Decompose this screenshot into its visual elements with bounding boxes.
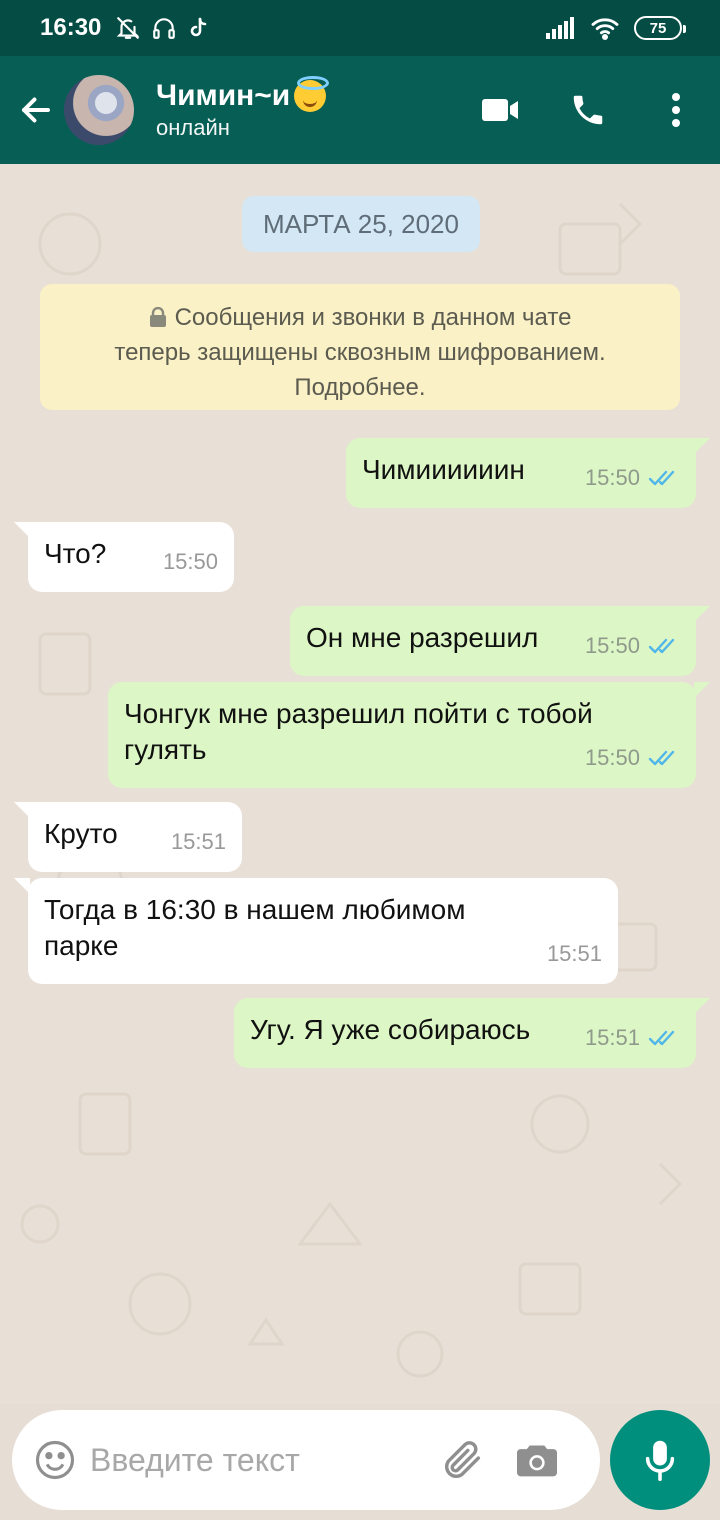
more-options-button[interactable] xyxy=(646,80,706,140)
encryption-notice-line3: Подробнее. xyxy=(294,374,426,401)
message-bubble-outgoing[interactable]: Угу. Я уже собираюсь 15:51 xyxy=(234,998,710,1068)
message-meta: 15:51 xyxy=(171,824,226,860)
message-text-line2: парке xyxy=(44,930,119,961)
message-meta: 15:50 xyxy=(585,628,680,664)
message-time: 15:50 xyxy=(162,549,218,574)
signal-icon xyxy=(546,17,574,39)
camera-button[interactable] xyxy=(512,1435,562,1485)
message-bubble-incoming[interactable]: Круто 15:51 xyxy=(14,802,242,872)
mic-icon xyxy=(645,1440,675,1482)
read-ticks-icon xyxy=(648,750,675,766)
attach-button[interactable] xyxy=(438,1435,488,1485)
message-text-line1: Чонгук мне разрешил пойти с тобой xyxy=(124,698,593,729)
bell-off-icon xyxy=(117,17,140,39)
message-meta: 15:51 xyxy=(585,1020,680,1056)
message-text-line1: Тогда в 16:30 в нашем любимом xyxy=(44,894,466,925)
back-arrow-icon xyxy=(22,97,50,123)
tiktok-icon xyxy=(191,17,207,37)
contact-info[interactable]: Чимин~и онлайн xyxy=(156,76,330,142)
message-meta: 15:50 xyxy=(585,740,680,776)
camera-icon xyxy=(517,1445,557,1477)
voice-call-button[interactable] xyxy=(558,80,618,140)
back-button[interactable] xyxy=(6,80,66,140)
message-meta: 15:50 xyxy=(585,460,680,496)
battery-icon: 75 xyxy=(634,16,686,40)
more-vert-icon xyxy=(672,93,680,127)
chat-area[interactable]: МАРТА 25, 2020 Сообщения и звонки в данн… xyxy=(0,164,720,1404)
message-meta: 15:51 xyxy=(547,936,602,972)
wifi-icon xyxy=(591,18,619,40)
message-bubble-outgoing[interactable]: Он мне разрешил 15:50 xyxy=(290,606,710,676)
emoji-icon xyxy=(35,1440,75,1480)
date-chip: МАРТА 25, 2020 xyxy=(242,196,480,252)
encryption-notice-line1: Сообщения и звонки в данном чате xyxy=(40,300,680,335)
message-input[interactable] xyxy=(90,1441,430,1479)
phone-icon xyxy=(573,95,603,125)
message-time: 15:50 xyxy=(584,745,640,770)
read-ticks-icon xyxy=(648,638,675,654)
smiling-face-with-halo-icon xyxy=(294,76,330,112)
emoji-button[interactable] xyxy=(34,1439,76,1481)
message-bubble-incoming[interactable]: Тогда в 16:30 в нашем любимом парке 15:5… xyxy=(14,878,618,984)
header-actions xyxy=(470,80,720,140)
read-ticks-icon xyxy=(648,470,675,486)
headphones-icon xyxy=(153,18,176,39)
status-time: 16:30 xyxy=(40,14,102,41)
video-call-button[interactable] xyxy=(470,80,530,140)
chat-header: Чимин~и онлайн xyxy=(0,56,720,164)
message-bubble-outgoing[interactable]: Чонгук мне разрешил пойти с тобой гулять… xyxy=(108,682,710,788)
message-time: 15:50 xyxy=(584,633,640,658)
avatar[interactable] xyxy=(64,75,134,145)
contact-name-row: Чимин~и xyxy=(156,76,330,114)
message-bubble-outgoing[interactable]: Чимиииииин 15:50 xyxy=(346,438,710,508)
status-icons-left xyxy=(115,15,211,41)
paperclip-icon xyxy=(445,1441,481,1478)
message-time: 15:51 xyxy=(170,829,226,854)
message-bubble-incoming[interactable]: Что? 15:50 xyxy=(14,522,234,592)
read-ticks-icon xyxy=(648,1030,675,1046)
status-icons-right: 75 xyxy=(546,16,686,40)
status-bar: 16:30 75 xyxy=(0,0,720,56)
message-time: 15:50 xyxy=(584,465,640,490)
contact-status: онлайн xyxy=(156,115,230,140)
encryption-notice-line2: теперь защищены сквозным шифрованием. xyxy=(114,339,606,366)
message-time: 15:51 xyxy=(584,1025,640,1050)
encryption-notice[interactable]: Сообщения и звонки в данном чате теперь … xyxy=(40,284,680,410)
message-meta: 15:50 xyxy=(163,544,218,580)
message-time: 15:51 xyxy=(546,941,602,966)
voice-message-button[interactable] xyxy=(610,1410,710,1510)
video-call-icon xyxy=(482,99,518,121)
contact-name: Чимин~и xyxy=(156,79,291,112)
lock-icon xyxy=(149,307,166,327)
message-composer xyxy=(12,1410,600,1510)
